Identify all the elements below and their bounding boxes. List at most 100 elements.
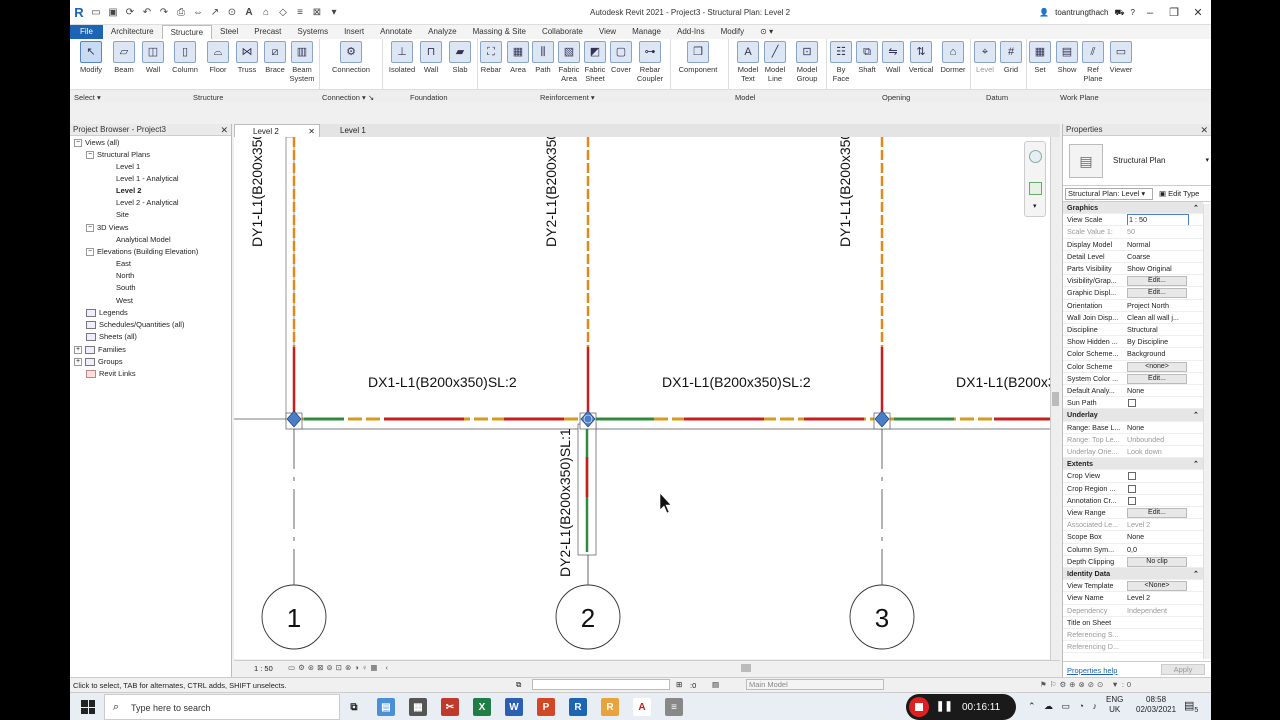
column-grid2[interactable] — [579, 410, 597, 430]
property-row[interactable]: Range: Base L... None — [1063, 422, 1203, 434]
checkbox[interactable] — [1128, 484, 1136, 493]
ref-plane-button[interactable]: ⫽ Ref Plane — [1081, 41, 1105, 83]
select-panel-label[interactable]: Select ▾ — [74, 93, 101, 102]
grid-bubble-3[interactable]: 3 — [849, 584, 915, 650]
fabric-sheet-button[interactable]: ◩ Fabric Sheet — [582, 41, 608, 83]
design-option-dropdown[interactable]: Main Model — [746, 679, 884, 690]
properties-help-link[interactable]: Properties help — [1067, 666, 1117, 675]
tree-node-south[interactable]: South — [116, 282, 136, 294]
excel-icon[interactable]: X — [473, 698, 491, 716]
property-button[interactable]: Edit... — [1127, 288, 1187, 299]
tree-node-level-2-analytical[interactable]: Level 2 - Analytical — [116, 197, 179, 209]
tab-insert[interactable]: Insert — [336, 25, 372, 39]
tree-node-families[interactable]: + Families — [74, 344, 126, 356]
word-icon[interactable]: W — [505, 698, 523, 716]
stop-recording-button[interactable] — [909, 697, 929, 717]
rebar-button[interactable]: ⛶ Rebar — [478, 41, 504, 74]
tree-node-groups[interactable]: + Groups — [74, 356, 123, 368]
path-button[interactable]: ⫼ Path — [531, 41, 555, 74]
collapse-icon[interactable]: − — [86, 151, 94, 160]
redo-icon[interactable]: ↷ — [157, 5, 171, 19]
property-value[interactable]: Level 2 — [1127, 592, 1189, 603]
close-icon[interactable]: ✕ — [220, 124, 228, 136]
property-row[interactable]: Visibility/Grap... Edit... — [1063, 275, 1203, 288]
tab-modify[interactable]: Modify — [713, 25, 753, 39]
save-icon[interactable]: ▣ — [106, 5, 120, 19]
property-group[interactable]: Extents ⌃ — [1063, 458, 1203, 471]
checkbox[interactable] — [1128, 496, 1136, 505]
user-icon[interactable]: 👤 — [1039, 8, 1049, 17]
pause-recording-button[interactable]: ❚❚ — [936, 701, 953, 712]
property-value[interactable]: Clean all wall j... — [1127, 312, 1189, 323]
view-scale[interactable]: 1 : 50 — [254, 664, 273, 673]
property-group[interactable]: Identity Data ⌃ — [1063, 568, 1203, 581]
property-row[interactable]: Referencing S... — [1063, 629, 1203, 642]
tab-systems[interactable]: Systems — [289, 25, 336, 39]
show-button[interactable]: ▤ Show — [1054, 41, 1080, 74]
property-value[interactable]: 50 — [1127, 226, 1189, 237]
nav-dropdown-icon[interactable]: ▾ — [1033, 202, 1037, 210]
property-button[interactable]: Edit... — [1127, 508, 1187, 518]
collapse-icon[interactable]: − — [86, 224, 94, 233]
dimension-icon[interactable]: ↗ — [208, 5, 222, 19]
property-row[interactable]: Color Scheme... Background — [1063, 348, 1203, 361]
collapse-icon[interactable]: − — [74, 139, 82, 148]
grid-button[interactable]: # Grid — [999, 41, 1023, 74]
tree-node-elevations[interactable]: − Elevations (Building Elevation) — [86, 246, 198, 258]
collapse-icon[interactable]: ⌃ — [1193, 568, 1199, 579]
reinforcement-panel-label[interactable]: Reinforcement ▾ — [540, 93, 595, 102]
property-row[interactable]: Depth Clipping No clip — [1063, 556, 1203, 568]
model-group-button[interactable]: ⊡ Model Group — [792, 41, 822, 83]
property-row[interactable]: Wall Join Disp... Clean all wall j... — [1063, 312, 1203, 324]
property-value[interactable]: Project North — [1127, 300, 1189, 311]
close-icon[interactable]: ✕ — [1200, 124, 1208, 136]
property-row[interactable]: Column Sym... 0,0 — [1063, 544, 1203, 556]
scroll-thumb[interactable] — [741, 664, 751, 672]
tab-manage[interactable]: Manage — [624, 25, 669, 39]
wall-opening-button[interactable]: ⇋ Wall — [881, 41, 905, 74]
help-icon[interactable]: ? — [1131, 8, 1135, 17]
connection-panel-label[interactable]: Connection ▾ ↘ — [322, 93, 374, 102]
3d-view-icon[interactable]: ⌂ — [259, 5, 273, 19]
property-button[interactable]: No clip — [1127, 556, 1187, 567]
vertical-opening-button[interactable]: ⇅ Vertical — [906, 41, 936, 74]
instance-dropdown[interactable]: Structural Plan: Level ▾ — [1065, 188, 1153, 200]
property-value[interactable]: 0,0 — [1127, 544, 1189, 555]
floor-button[interactable]: ⌓ Floor — [205, 41, 231, 74]
property-row[interactable]: Range: Top Le... Unbounded — [1063, 434, 1203, 446]
tab-steel[interactable]: Steel — [212, 25, 246, 39]
tag-icon[interactable]: ⊙ — [225, 5, 239, 19]
property-group[interactable]: Graphics ⌃ — [1063, 202, 1203, 215]
user-name[interactable]: toantrungthach — [1055, 8, 1108, 17]
property-row[interactable]: Title on Sheet — [1063, 617, 1203, 629]
property-row[interactable]: Show Hidden ... By Discipline — [1063, 336, 1203, 349]
tree-node-structural-plans[interactable]: − Structural Plans — [86, 149, 150, 161]
open-icon[interactable]: ▭ — [89, 5, 103, 19]
property-value[interactable]: Level 2 — [1127, 519, 1189, 530]
expand-icon[interactable]: + — [74, 346, 82, 355]
tree-node-site[interactable]: Site — [116, 209, 129, 221]
tab-view[interactable]: View — [591, 25, 624, 39]
minimize-button[interactable]: – — [1141, 7, 1159, 19]
beam-button[interactable]: ▱ Beam — [111, 41, 137, 74]
revit-logo-icon[interactable]: R — [72, 5, 86, 20]
scroll-thumb[interactable] — [1052, 392, 1059, 406]
editable-only-icon[interactable]: ⊞ — [676, 680, 682, 689]
thin-lines-icon[interactable]: ≡ — [293, 5, 307, 19]
tree-node-legends[interactable]: Legends — [86, 307, 128, 319]
collapse-icon[interactable]: ⌃ — [1193, 202, 1199, 213]
ribbon-options-icon[interactable]: ⊙ ▾ — [752, 25, 781, 39]
edit-type-button[interactable]: ▣ Edit Type — [1159, 189, 1199, 198]
customize-qat-icon[interactable]: ▾ — [327, 5, 341, 19]
by-face-button[interactable]: ☷ By Face — [829, 41, 853, 83]
wall-button[interactable]: ◫ Wall — [140, 41, 166, 74]
tab-annotate[interactable]: Annotate — [372, 25, 420, 39]
zoom-icon[interactable] — [1029, 182, 1042, 195]
property-row[interactable]: View Scale 1 : 50 — [1063, 214, 1203, 227]
property-row[interactable]: Crop Region ... — [1063, 483, 1203, 495]
print-icon[interactable]: ⎙ — [174, 5, 188, 19]
property-value[interactable]: Background — [1127, 348, 1189, 359]
revit-icon[interactable]: R — [569, 698, 587, 716]
tree-node-3d-views[interactable]: −3D Views — [86, 222, 129, 234]
property-button[interactable]: Edit... — [1127, 373, 1187, 384]
